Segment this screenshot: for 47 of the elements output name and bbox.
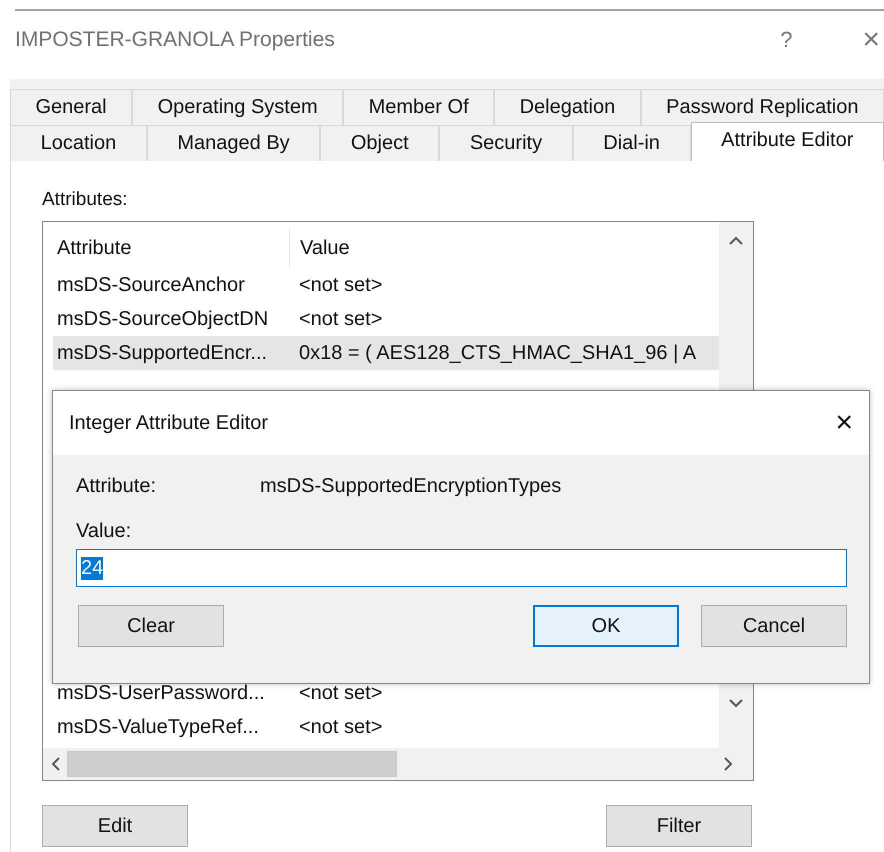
window-title: IMPOSTER-GRANOLA Properties [15,28,336,52]
column-header[interactable]: Value [289,228,350,268]
value-field[interactable]: 24 [76,549,847,587]
tab[interactable]: Object [320,125,440,161]
dialog-button[interactable]: OK [533,605,679,647]
tab[interactable]: Operating System [132,89,344,125]
close-button[interactable]: × [835,406,853,440]
tab[interactable]: Delegation [494,89,641,125]
table-cell-text: msDS-ValueTypeRef... [56,716,260,738]
dialog-button[interactable]: Edit [42,805,188,847]
table-cell-text: 0x18 = ( AES128_CTS_HMAC_SHA1_96 | A [298,342,696,364]
table-cell-text: msDS-SourceAnchor [56,274,246,296]
dialog-button[interactable]: Cancel [701,605,847,647]
table-cell-text: msDS-SupportedEncr... [56,342,268,364]
tab[interactable]: Dial-in [572,125,691,161]
scroll-down-icon[interactable] [728,698,744,708]
attributes-label: Attributes: [42,189,129,211]
tab[interactable]: General [10,89,132,125]
tab[interactable]: Member Of [343,89,494,125]
close-button[interactable]: × [862,23,880,57]
help-button[interactable]: ? [780,27,792,53]
scroll-right-icon[interactable] [723,756,733,772]
value-label: Value: [76,520,132,543]
attribute-name: msDS-SupportedEncryptionTypes [260,475,562,498]
table-row[interactable]: msDS-SourceObjectDN <not set> [53,302,719,336]
scroll-up-icon[interactable] [728,236,744,246]
dialog-title: Integer Attribute Editor [69,412,270,434]
table-row[interactable]: msDS-ValueTypeRef... <not set> [53,710,719,744]
tab[interactable]: Location [10,125,147,161]
table-cell-text: msDS-SourceObjectDN [56,308,270,330]
tab[interactable]: Attribute Editor [690,122,884,161]
tab[interactable]: Security [439,125,573,161]
table-cell-text: <not set> [298,716,382,738]
table-row[interactable]: msDS-SourceAnchor <not set> [53,268,719,302]
column-header[interactable]: Attribute [53,236,289,260]
dialog-button[interactable]: Filter [606,805,752,847]
table-cell-text: <not set> [298,682,382,704]
scroll-left-icon[interactable] [51,756,61,772]
dialog-button[interactable]: Clear [78,605,224,647]
tab[interactable]: Password Replication [640,89,884,125]
scrollbar-thumb[interactable] [67,751,397,777]
table-cell-text: msDS-UserPassword... [56,682,266,704]
tab[interactable]: Managed By [146,125,320,161]
attribute-label: Attribute: [76,475,158,498]
table-cell-text: <not set> [298,308,382,330]
table-row[interactable]: msDS-SupportedEncr... 0x18 = ( AES128_CTS_HMAC_SHA1_96 | A [53,336,719,370]
table-cell-text: <not set> [298,274,382,296]
